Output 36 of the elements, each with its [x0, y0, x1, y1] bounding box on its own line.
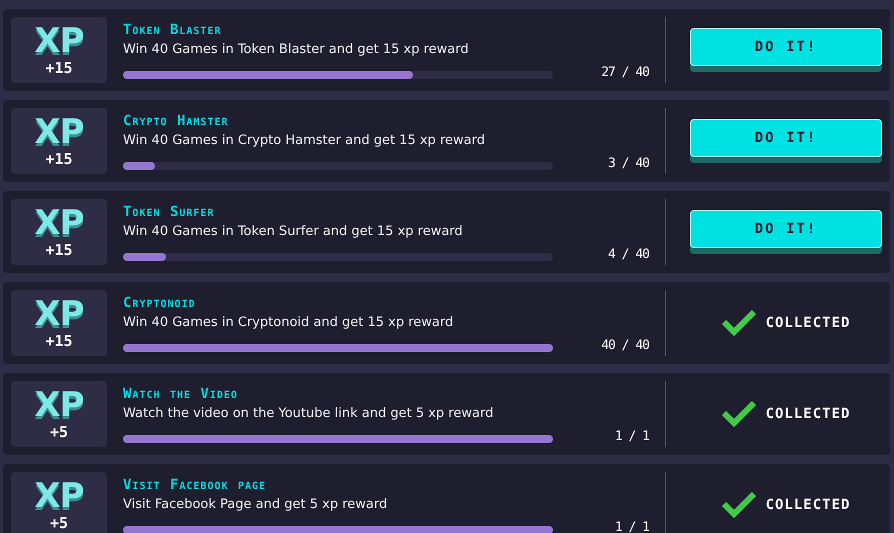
checkmark-icon: [722, 401, 756, 427]
quest-description: Win 40 Games in Crypto Hamster and get 15 xp reward: [123, 132, 486, 150]
reward-label: +5: [50, 424, 68, 440]
progress-count: 3 / 40: [608, 154, 649, 173]
progress-count: 40 / 40: [601, 336, 649, 355]
checkmark-icon: [722, 492, 756, 518]
quest-title: Cryptonoid: [123, 294, 197, 313]
quest-description: Win 40 Games in Token Blaster and get 15 xp reward: [123, 41, 470, 60]
xp-label: XP: [34, 297, 84, 331]
quest-title: Crypto Hamster: [123, 112, 230, 131]
reward-label: +15: [45, 151, 73, 167]
quest-title: Token Surfer: [123, 203, 216, 222]
collected-label: COLLECTED: [766, 406, 850, 422]
xp-label: XP: [34, 479, 84, 513]
collected-label: COLLECTED: [766, 497, 850, 513]
quest-description: Win 40 Games in Cryptonoid and get 15 xp reward: [123, 314, 454, 332]
quest-description: Win 40 Games in Token Surfer and get 15 xp reward: [123, 223, 464, 242]
reward-label: +15: [45, 60, 73, 76]
xp-label: XP: [34, 115, 84, 149]
progress-count: 1 / 1: [614, 428, 649, 446]
xp-label: XP: [34, 24, 84, 58]
quest-description: Visit Facebook Page and get 5 xp reward: [123, 496, 388, 514]
xp-label: XP: [34, 206, 84, 240]
reward-label: +5: [50, 515, 68, 531]
reward-label: +15: [45, 242, 73, 258]
progress-count: 4 / 40: [608, 246, 649, 264]
progress-count: 27 / 40: [601, 64, 649, 82]
checkmark-icon: [722, 310, 756, 336]
xp-label: XP: [34, 388, 84, 422]
quest-description: Watch the video on the Youtube link and get 5 xp reward: [123, 405, 494, 424]
progress-count: 1 / 1: [614, 518, 649, 533]
collected-label: COLLECTED: [766, 315, 850, 331]
quest-title: Visit Facebook page: [123, 476, 268, 495]
reward-label: +15: [45, 333, 73, 349]
quest-title: Watch the Video: [123, 385, 239, 404]
quest-title: Token Blaster: [123, 21, 222, 40]
